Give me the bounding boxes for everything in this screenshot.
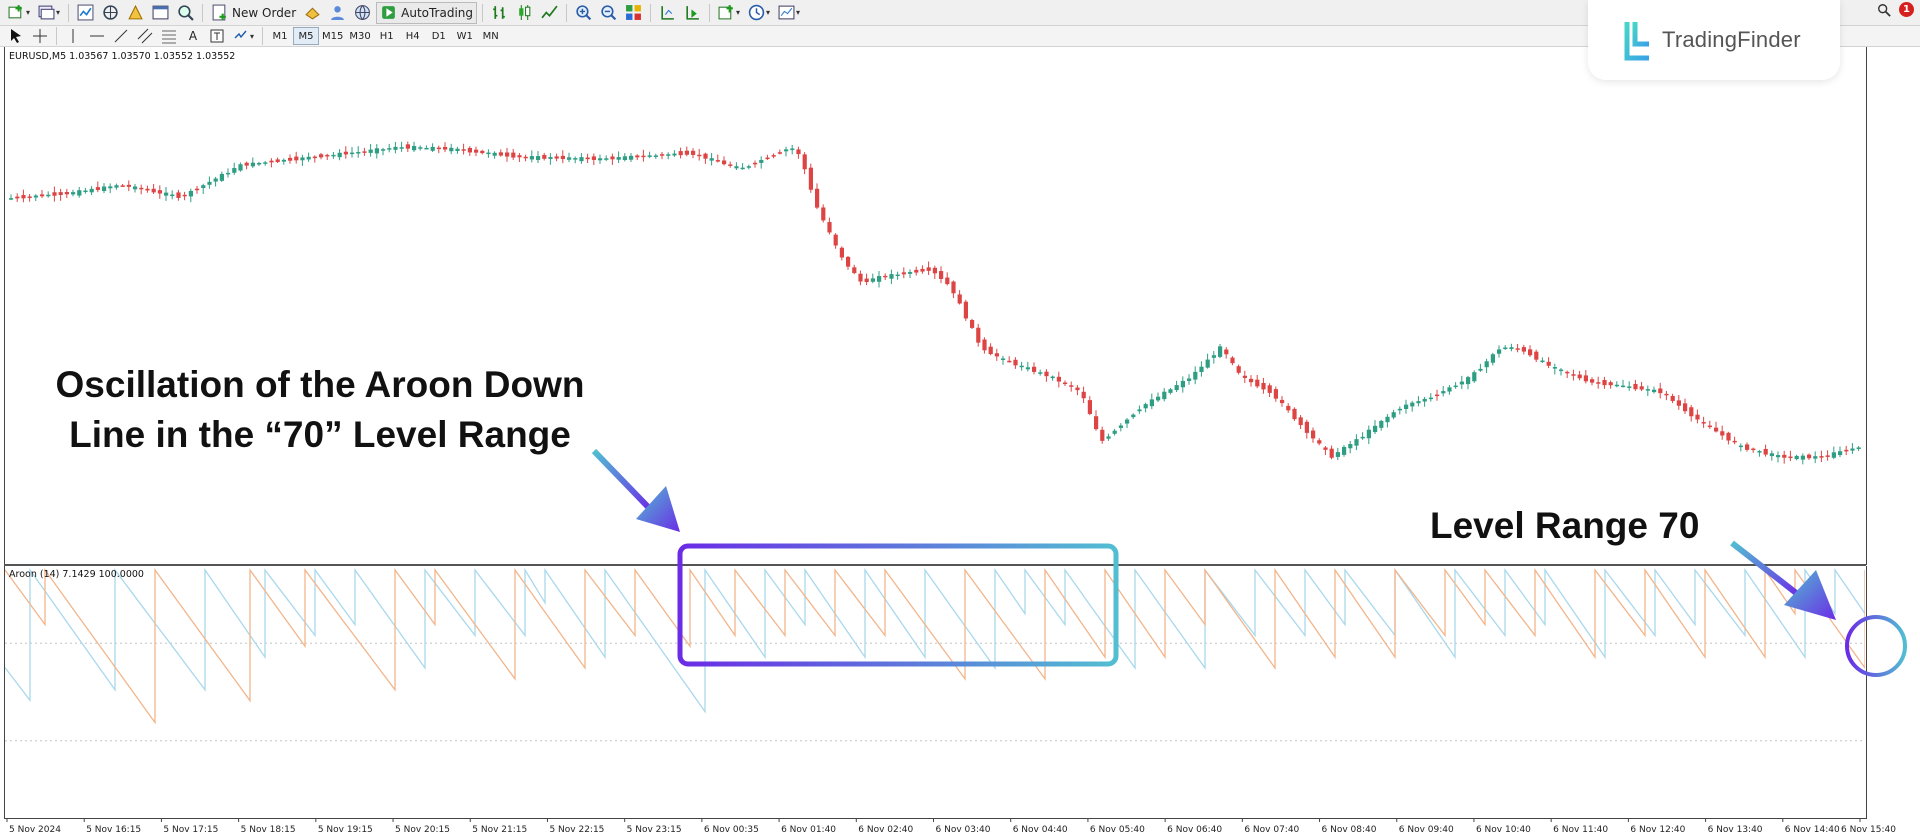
toolbar-separator — [262, 27, 264, 45]
text-tool[interactable]: A — [182, 27, 204, 45]
fibonacci-icon[interactable] — [158, 27, 180, 45]
time-axis-label: 6 Nov 10:40 — [1476, 825, 1531, 835]
tile-windows-icon[interactable] — [622, 2, 645, 24]
time-axis-label: 5 Nov 19:15 — [318, 825, 373, 835]
indicator-info: Aroon (14) 7.1429 100.0000 — [9, 569, 144, 580]
market-watch-icon[interactable] — [74, 2, 97, 24]
time-axis-label: 5 Nov 16:15 — [86, 825, 141, 835]
logo-wordmark: TradingFinder — [1662, 27, 1801, 52]
symbol-info: EURUSD,M5 1.03567 1.03570 1.03552 1.0355… — [9, 51, 236, 62]
chart-shift-icon[interactable] — [656, 2, 679, 24]
indicators-icon[interactable]: ▾ — [715, 2, 743, 24]
tradingfinder-logo-icon — [1624, 22, 1649, 61]
timeframe-mn[interactable]: MN — [478, 27, 504, 45]
templates-icon[interactable]: ▾ — [775, 2, 803, 24]
toolbar-separator — [202, 3, 204, 22]
time-axis: 5 Nov 2024 5 Nov 16:15 5 Nov 17:15 5 Nov 18… — [6, 818, 1896, 835]
time-axis-label: 5 Nov 18:15 — [241, 825, 296, 835]
text-label-icon[interactable] — [206, 27, 228, 45]
toolbar-separator — [709, 3, 711, 22]
globe-icon[interactable] — [351, 2, 374, 24]
annotation-oscillation-line2: Line in the “70” Level Range — [69, 414, 571, 455]
time-axis-label: 6 Nov 06:40 — [1167, 825, 1222, 835]
timeframe-m15[interactable]: M15 — [319, 27, 346, 45]
notification-badge[interactable]: 1 — [1899, 2, 1914, 17]
toolbar-separator — [650, 3, 652, 22]
data-window-icon[interactable] — [99, 2, 122, 24]
timeframe-m1[interactable]: M1 — [267, 27, 293, 45]
crosshair-icon[interactable] — [29, 27, 51, 45]
horizontal-line-icon[interactable] — [86, 27, 108, 45]
new-order-button[interactable]: New Order — [208, 2, 299, 24]
autoscroll-icon[interactable] — [681, 2, 704, 24]
time-axis-label: 6 Nov 03:40 — [936, 825, 991, 835]
trendline-icon[interactable] — [110, 27, 132, 45]
time-axis-label: 6 Nov 08:40 — [1322, 825, 1377, 835]
mt4-terminal-window: ▾ ▾ New Order AutoTrading ▾ ▾ ▾ A ▾ M1 M… — [0, 0, 1920, 840]
aroon-down-line — [5, 567, 1865, 725]
bar-chart-icon[interactable] — [488, 2, 511, 24]
time-axis-label: 6 Nov 05:40 — [1090, 825, 1145, 835]
time-axis-label: 5 Nov 2024 — [9, 825, 61, 835]
time-axis-label: 6 Nov 09:40 — [1399, 825, 1454, 835]
annotation-level-range: Level Range 70 — [1430, 505, 1700, 546]
time-axis-label: 6 Nov 13:40 — [1708, 825, 1763, 835]
strategy-tester-icon[interactable] — [174, 2, 197, 24]
timeframe-h1[interactable]: H1 — [374, 27, 400, 45]
timeframe-h4[interactable]: H4 — [400, 27, 426, 45]
time-axis-label: 5 Nov 23:15 — [627, 825, 682, 835]
timeframe-m5[interactable]: M5 — [293, 27, 320, 45]
aroon-up-line — [5, 567, 1865, 714]
time-axis-label: 6 Nov 15:40 — [1841, 825, 1896, 835]
profiles-button[interactable]: ▾ — [35, 2, 63, 24]
search-icon[interactable] — [1877, 3, 1891, 17]
time-axis-label: 6 Nov 04:40 — [1013, 825, 1068, 835]
time-axis-label: 6 Nov 11:40 — [1553, 825, 1608, 835]
time-axis-label: 6 Nov 14:40 — [1785, 825, 1840, 835]
timeframe-bar: M1 M5 M15 M30 H1 H4 D1 W1 MN — [267, 27, 504, 45]
cursor-icon[interactable] — [5, 27, 27, 45]
timeframe-d1[interactable]: D1 — [426, 27, 452, 45]
periods-icon[interactable]: ▾ — [745, 2, 773, 24]
timeframe-w1[interactable]: W1 — [452, 27, 478, 45]
line-chart-icon[interactable] — [538, 2, 561, 24]
time-axis-label: 6 Nov 00:35 — [704, 825, 759, 835]
toolbar-separator — [566, 3, 568, 22]
vertical-line-icon[interactable] — [62, 27, 84, 45]
candlestick-chart[interactable]: 1.096101.094051.092001.089951.087901.085… — [5, 47, 1865, 565]
time-axis-label: 5 Nov 17:15 — [163, 825, 218, 835]
time-axis-label: 6 Nov 02:40 — [858, 825, 913, 835]
zoom-in-icon[interactable] — [572, 2, 595, 24]
time-axis-label: 6 Nov 07:40 — [1244, 825, 1299, 835]
time-axis-label: 5 Nov 22:15 — [549, 825, 604, 835]
time-axis-label: 5 Nov 20:15 — [395, 825, 450, 835]
toolbar-separator — [56, 27, 57, 45]
timeframe-m30[interactable]: M30 — [346, 27, 373, 45]
autotrading-button[interactable]: AutoTrading — [376, 1, 478, 24]
arrows-icon[interactable]: ▾ — [230, 27, 257, 45]
metaeditor-icon[interactable] — [301, 2, 324, 24]
aroon-indicator-chart[interactable]: 10070300 — [5, 566, 1865, 818]
time-axis-label: 6 Nov 01:40 — [781, 825, 836, 835]
channel-icon[interactable] — [134, 27, 156, 45]
candlestick-chart-icon[interactable] — [513, 2, 536, 24]
new-chart-button[interactable]: ▾ — [5, 2, 33, 24]
toolbar-separator — [482, 3, 484, 22]
level-lines — [5, 642, 1865, 742]
tradingfinder-logo: TradingFinder — [1588, 0, 1840, 80]
annotation-oscillation-line1: Oscillation of the Aroon Down — [55, 364, 585, 405]
time-axis-label: 6 Nov 12:40 — [1630, 825, 1685, 835]
navigator-icon[interactable] — [124, 2, 147, 24]
people-icon[interactable] — [326, 2, 349, 24]
terminal-status: 1 — [1877, 2, 1914, 17]
zoom-out-icon[interactable] — [597, 2, 620, 24]
time-axis-label: 5 Nov 21:15 — [472, 825, 527, 835]
terminal-icon[interactable] — [149, 2, 172, 24]
toolbar-separator — [68, 3, 70, 22]
annotation-oscillation: Oscillation of the Aroon Down Line in th… — [40, 360, 600, 460]
